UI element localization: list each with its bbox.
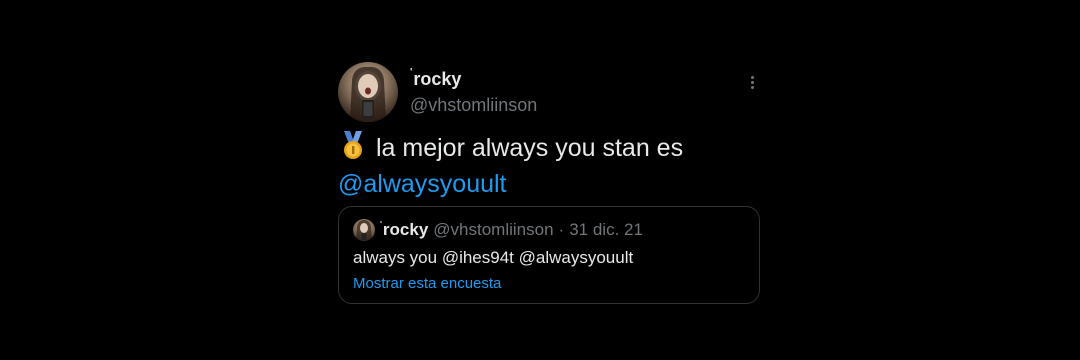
separator-dot: · bbox=[558, 220, 565, 239]
author-info: ' rocky @vhstomliinson bbox=[410, 67, 537, 116]
author-handle[interactable]: @vhstomliinson bbox=[410, 94, 537, 116]
tweet-text-content: la mejor always you stan es bbox=[376, 134, 684, 162]
medal-icon bbox=[344, 131, 362, 159]
author-display-name[interactable]: ' rocky bbox=[410, 67, 537, 90]
show-poll-link[interactable]: Mostrar esta encuesta bbox=[353, 274, 501, 294]
quoted-tweet[interactable]: ' rocky @vhstomliinson · 31 dic. 21 alwa… bbox=[338, 206, 760, 304]
quoted-author-name-text: rocky bbox=[382, 220, 429, 239]
more-vertical-icon[interactable] bbox=[744, 72, 760, 92]
quoted-author-display-name[interactable]: ' rocky bbox=[380, 219, 428, 241]
tweet-text: la mejor always you stan es @alwaysyouul… bbox=[338, 130, 766, 202]
more-dot bbox=[750, 80, 754, 84]
more-dot bbox=[750, 85, 754, 89]
author-avatar[interactable] bbox=[338, 62, 398, 122]
more-dot bbox=[750, 75, 754, 79]
name-mark: ' bbox=[410, 67, 413, 78]
mention-link[interactable]: @alwaysyouult bbox=[338, 170, 507, 198]
quoted-name-mark: ' bbox=[380, 220, 382, 229]
quoted-author-handle[interactable]: @vhstomliinson bbox=[433, 219, 553, 241]
quoted-author-avatar[interactable] bbox=[353, 219, 375, 241]
quoted-tweet-text: always you @ihes94t @alwaysyouult bbox=[353, 248, 634, 267]
quoted-tweet-date[interactable]: 31 dic. 21 bbox=[569, 219, 643, 241]
author-name-text: rocky bbox=[413, 69, 462, 89]
quoted-tweet-header: ' rocky @vhstomliinson · 31 dic. 21 bbox=[353, 219, 643, 241]
